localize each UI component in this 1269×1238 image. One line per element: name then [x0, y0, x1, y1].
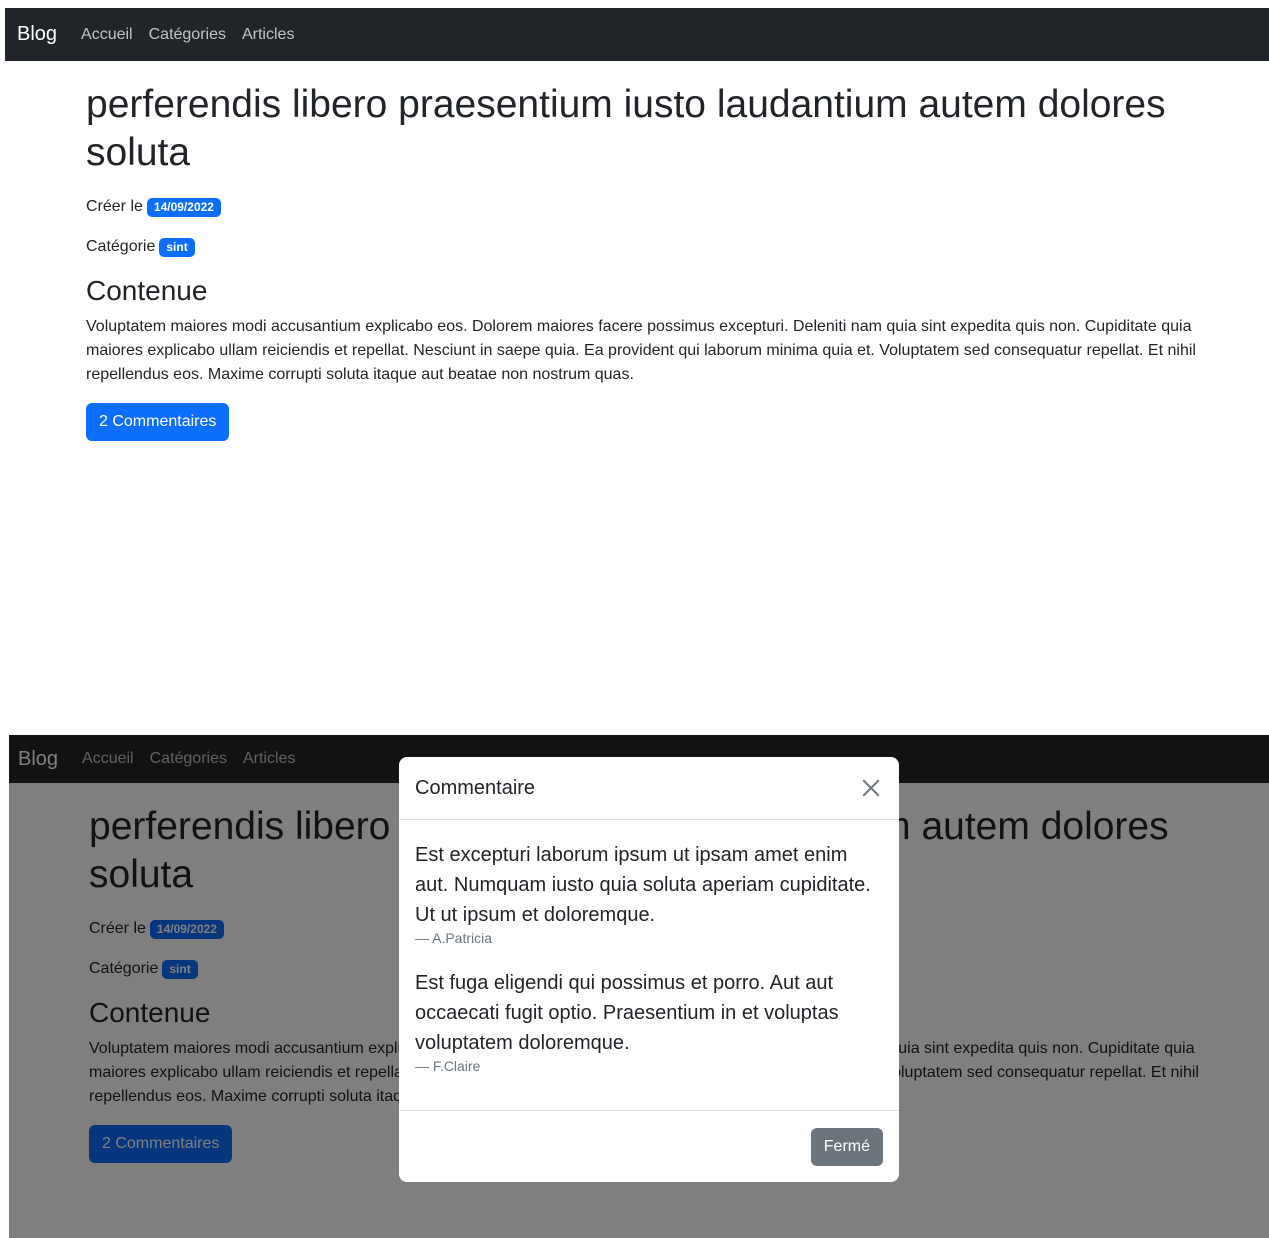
comments-modal: Commentaire Est excepturi laborum ipsum …	[399, 757, 899, 1182]
content-heading: Contenue	[86, 275, 208, 306]
comment-text: Est excepturi laborum ipsum ut ipsam ame…	[415, 844, 871, 926]
article-title: perferendis libero praesentium iusto lau…	[86, 83, 1166, 174]
category-meta: Catégorie sint	[86, 235, 1196, 259]
created-meta: Créer le 14/09/2022	[86, 195, 1196, 219]
category-badge: sint	[159, 237, 195, 257]
modal-footer: Fermé	[399, 1110, 899, 1182]
comment-author: — A.Patricia	[415, 930, 493, 946]
nav-link-accueil[interactable]: Accueil	[81, 26, 133, 44]
navbar-brand[interactable]: Blog	[17, 23, 57, 46]
comment-item: Est fuga eligendi qui possimus et porro.…	[415, 968, 883, 1074]
modal-body: Est excepturi laborum ipsum ut ipsam ame…	[399, 820, 899, 1110]
article-content: perferendis libero praesentium iusto lau…	[86, 81, 1196, 441]
article-body: Voluptatem maiores modi accusantium expl…	[86, 318, 1196, 383]
article-page-screenshot: Blog Accueil Catégories Articles perfere…	[5, 8, 1269, 698]
comment-author: — F.Claire	[415, 1058, 481, 1074]
created-label: Créer le	[86, 198, 143, 215]
comment-text: Est fuga eligendi qui possimus et porro.…	[415, 972, 839, 1054]
category-label: Catégorie	[86, 238, 156, 255]
comments-button[interactable]: 2 Commentaires	[86, 403, 230, 441]
created-date-badge: 14/09/2022	[146, 197, 221, 217]
comment-item: Est excepturi laborum ipsum ut ipsam ame…	[415, 840, 883, 946]
close-icon[interactable]	[859, 776, 883, 800]
modal-header: Commentaire	[399, 757, 899, 820]
close-button[interactable]: Fermé	[810, 1127, 883, 1166]
nav-link-categories[interactable]: Catégories	[149, 26, 226, 44]
modal-title: Commentaire	[415, 776, 536, 799]
nav-link-articles[interactable]: Articles	[242, 26, 294, 44]
article-modal-screenshot: Blog Accueil Catégories Articles perfere…	[9, 735, 1269, 1238]
navbar: Blog Accueil Catégories Articles	[5, 8, 1269, 61]
